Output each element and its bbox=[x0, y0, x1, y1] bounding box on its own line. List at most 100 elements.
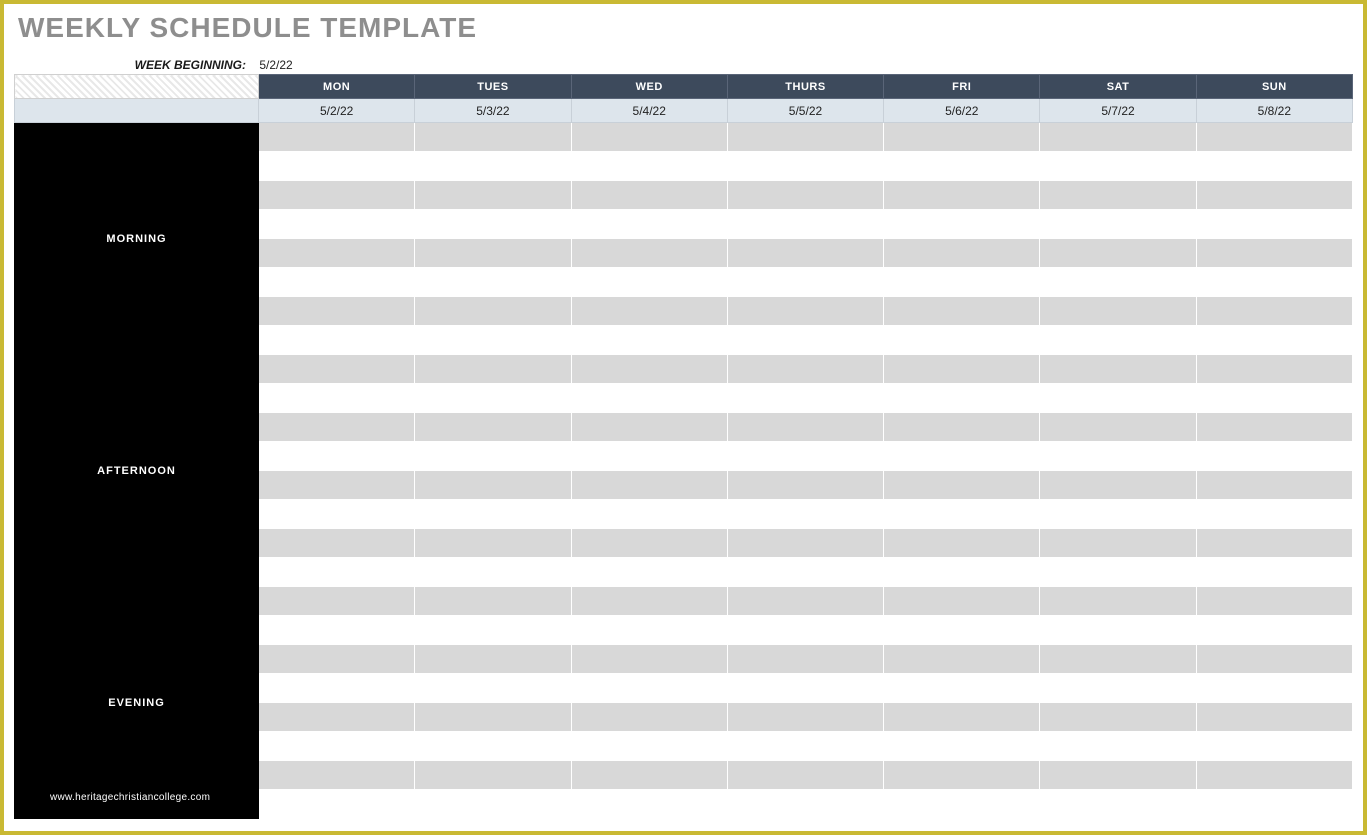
schedule-cell[interactable] bbox=[1196, 413, 1352, 442]
schedule-cell[interactable] bbox=[884, 471, 1040, 500]
schedule-cell[interactable] bbox=[1196, 123, 1352, 152]
schedule-cell[interactable] bbox=[1040, 558, 1196, 587]
schedule-cell[interactable] bbox=[884, 413, 1040, 442]
schedule-cell[interactable] bbox=[727, 674, 883, 703]
schedule-cell[interactable] bbox=[727, 703, 883, 732]
schedule-cell[interactable] bbox=[727, 181, 883, 210]
schedule-cell[interactable] bbox=[1196, 297, 1352, 326]
schedule-cell[interactable] bbox=[1196, 761, 1352, 790]
schedule-cell[interactable] bbox=[259, 645, 415, 674]
schedule-cell[interactable] bbox=[259, 442, 415, 471]
schedule-cell[interactable] bbox=[1196, 152, 1352, 181]
schedule-cell[interactable] bbox=[259, 297, 415, 326]
schedule-cell[interactable] bbox=[1040, 384, 1196, 413]
schedule-cell[interactable] bbox=[259, 471, 415, 500]
schedule-cell[interactable] bbox=[1040, 587, 1196, 616]
schedule-cell[interactable] bbox=[727, 297, 883, 326]
schedule-cell[interactable] bbox=[571, 558, 727, 587]
schedule-cell[interactable] bbox=[884, 674, 1040, 703]
schedule-cell[interactable] bbox=[884, 210, 1040, 239]
schedule-cell[interactable] bbox=[1040, 268, 1196, 297]
schedule-cell[interactable] bbox=[415, 790, 571, 819]
schedule-cell[interactable] bbox=[415, 529, 571, 558]
schedule-cell[interactable] bbox=[727, 558, 883, 587]
schedule-cell[interactable] bbox=[415, 645, 571, 674]
schedule-cell[interactable] bbox=[727, 152, 883, 181]
schedule-cell[interactable] bbox=[884, 761, 1040, 790]
schedule-cell[interactable] bbox=[415, 674, 571, 703]
schedule-cell[interactable] bbox=[259, 384, 415, 413]
schedule-cell[interactable] bbox=[415, 268, 571, 297]
schedule-cell[interactable] bbox=[415, 239, 571, 268]
schedule-cell[interactable] bbox=[884, 268, 1040, 297]
schedule-cell[interactable] bbox=[884, 616, 1040, 645]
schedule-cell[interactable] bbox=[571, 500, 727, 529]
schedule-cell[interactable] bbox=[259, 500, 415, 529]
schedule-cell[interactable] bbox=[415, 384, 571, 413]
schedule-cell[interactable] bbox=[571, 297, 727, 326]
schedule-cell[interactable] bbox=[1040, 674, 1196, 703]
schedule-cell[interactable] bbox=[1040, 442, 1196, 471]
schedule-cell[interactable] bbox=[571, 732, 727, 761]
schedule-cell[interactable] bbox=[415, 616, 571, 645]
schedule-cell[interactable] bbox=[415, 413, 571, 442]
schedule-cell[interactable] bbox=[259, 355, 415, 384]
schedule-cell[interactable] bbox=[884, 790, 1040, 819]
schedule-cell[interactable] bbox=[571, 442, 727, 471]
schedule-cell[interactable] bbox=[1040, 355, 1196, 384]
schedule-cell[interactable] bbox=[415, 558, 571, 587]
schedule-cell[interactable] bbox=[571, 645, 727, 674]
schedule-cell[interactable] bbox=[884, 123, 1040, 152]
schedule-cell[interactable] bbox=[1040, 645, 1196, 674]
schedule-cell[interactable] bbox=[1196, 326, 1352, 355]
schedule-cell[interactable] bbox=[259, 413, 415, 442]
schedule-cell[interactable] bbox=[259, 239, 415, 268]
schedule-cell[interactable] bbox=[259, 181, 415, 210]
schedule-cell[interactable] bbox=[1040, 500, 1196, 529]
schedule-cell[interactable] bbox=[727, 123, 883, 152]
schedule-cell[interactable] bbox=[415, 703, 571, 732]
schedule-cell[interactable] bbox=[1196, 790, 1352, 819]
schedule-cell[interactable] bbox=[259, 616, 415, 645]
schedule-cell[interactable] bbox=[259, 529, 415, 558]
schedule-cell[interactable] bbox=[571, 384, 727, 413]
schedule-cell[interactable] bbox=[259, 558, 415, 587]
schedule-cell[interactable] bbox=[1196, 355, 1352, 384]
schedule-cell[interactable] bbox=[259, 790, 415, 819]
schedule-cell[interactable] bbox=[571, 355, 727, 384]
schedule-cell[interactable] bbox=[1196, 210, 1352, 239]
schedule-cell[interactable] bbox=[1040, 123, 1196, 152]
schedule-cell[interactable] bbox=[727, 616, 883, 645]
schedule-cell[interactable] bbox=[884, 239, 1040, 268]
schedule-cell[interactable] bbox=[727, 413, 883, 442]
schedule-cell[interactable] bbox=[571, 181, 727, 210]
schedule-cell[interactable] bbox=[1196, 239, 1352, 268]
schedule-cell[interactable] bbox=[571, 587, 727, 616]
schedule-cell[interactable] bbox=[571, 123, 727, 152]
schedule-cell[interactable] bbox=[884, 152, 1040, 181]
schedule-cell[interactable] bbox=[415, 442, 571, 471]
schedule-cell[interactable] bbox=[1196, 587, 1352, 616]
schedule-cell[interactable] bbox=[259, 732, 415, 761]
schedule-cell[interactable] bbox=[415, 471, 571, 500]
schedule-cell[interactable] bbox=[415, 500, 571, 529]
schedule-cell[interactable] bbox=[1196, 268, 1352, 297]
schedule-cell[interactable] bbox=[1040, 239, 1196, 268]
schedule-cell[interactable] bbox=[571, 210, 727, 239]
schedule-cell[interactable] bbox=[1196, 674, 1352, 703]
schedule-cell[interactable] bbox=[415, 732, 571, 761]
schedule-cell[interactable] bbox=[259, 123, 415, 152]
schedule-cell[interactable] bbox=[259, 268, 415, 297]
schedule-cell[interactable] bbox=[1196, 616, 1352, 645]
schedule-cell[interactable] bbox=[1040, 703, 1196, 732]
schedule-cell[interactable] bbox=[727, 587, 883, 616]
schedule-cell[interactable] bbox=[727, 239, 883, 268]
schedule-cell[interactable] bbox=[727, 268, 883, 297]
schedule-cell[interactable] bbox=[727, 790, 883, 819]
schedule-cell[interactable] bbox=[727, 326, 883, 355]
schedule-cell[interactable] bbox=[727, 471, 883, 500]
schedule-cell[interactable] bbox=[1040, 616, 1196, 645]
schedule-cell[interactable] bbox=[727, 645, 883, 674]
schedule-cell[interactable] bbox=[1040, 181, 1196, 210]
schedule-cell[interactable] bbox=[571, 413, 727, 442]
